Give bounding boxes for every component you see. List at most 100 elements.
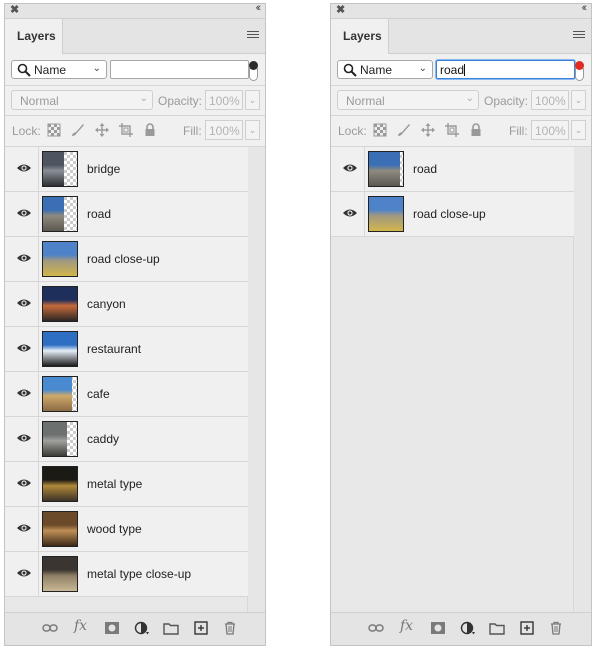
opacity-dropdown-button[interactable]: ⌄ — [571, 90, 586, 110]
divider — [38, 507, 39, 551]
eye-icon[interactable] — [16, 432, 32, 444]
divider — [364, 192, 365, 236]
divider — [364, 147, 365, 191]
layer-row[interactable]: road close-up — [5, 237, 248, 282]
lock-all-icon[interactable] — [469, 123, 483, 137]
trash-icon[interactable] — [222, 621, 238, 635]
opacity-dropdown-button[interactable]: ⌄ — [245, 90, 260, 110]
layer-name: metal type — [87, 477, 143, 491]
lock-artboard-icon[interactable] — [119, 123, 133, 137]
panel-menu-icon[interactable] — [247, 31, 259, 40]
lock-row: Lock: Fill: 100% ⌄ — [337, 120, 586, 141]
filter-type-select[interactable]: Name ⌄ — [11, 60, 107, 79]
lock-transparent-pixels-icon[interactable] — [47, 123, 61, 137]
folder-icon[interactable] — [163, 621, 179, 635]
new-layer-icon[interactable] — [519, 621, 535, 635]
search-icon — [343, 63, 357, 77]
filter-toggle-switch[interactable] — [575, 61, 585, 82]
layer-row[interactable]: wood type — [5, 507, 248, 552]
lock-label: Lock: — [12, 124, 41, 138]
blend-mode-select[interactable]: Normal ⌄ — [337, 90, 479, 110]
layer-row[interactable]: canyon — [5, 282, 248, 327]
layer-name: bridge — [87, 162, 121, 176]
layer-row[interactable]: metal type close-up — [5, 552, 248, 597]
filter-toggle-switch[interactable] — [249, 61, 259, 82]
lock-all-icon[interactable] — [143, 123, 157, 137]
blend-mode-select[interactable]: Normal ⌄ — [11, 90, 153, 110]
tab-layers[interactable]: Layers — [5, 19, 63, 54]
layer-row[interactable]: road — [331, 147, 574, 192]
opacity-input[interactable]: 100% — [531, 90, 569, 110]
layer-list-scrollbar[interactable] — [573, 147, 591, 613]
lock-position-icon[interactable] — [421, 123, 435, 137]
lock-row: Lock: Fill: 100% ⌄ — [11, 120, 260, 141]
link-icon[interactable] — [368, 621, 384, 635]
divider — [38, 192, 39, 236]
eye-icon[interactable] — [16, 162, 32, 174]
eye-icon[interactable] — [16, 342, 32, 354]
lock-artboard-icon[interactable] — [445, 123, 459, 137]
filter-indicator-dot — [249, 61, 258, 70]
lock-image-pixels-icon[interactable] — [71, 123, 85, 137]
layer-thumbnail — [42, 466, 78, 502]
chevron-down-icon: ⌄ — [92, 63, 101, 74]
eye-icon[interactable] — [16, 297, 32, 309]
fill-input[interactable]: 100% — [531, 120, 569, 140]
layer-name: road close-up — [87, 252, 160, 266]
eye-icon[interactable] — [16, 252, 32, 264]
layer-thumbnail — [42, 151, 78, 187]
fx-icon[interactable]: fx — [400, 618, 413, 634]
eye-icon[interactable] — [342, 207, 358, 219]
mask-icon[interactable] — [430, 621, 446, 635]
layer-row[interactable]: restaurant — [5, 327, 248, 372]
filter-type-select[interactable]: Name ⌄ — [337, 60, 433, 79]
adjustment-layer-icon[interactable] — [460, 621, 476, 635]
lock-transparent-pixels-icon[interactable] — [373, 123, 387, 137]
fill-input[interactable]: 100% — [205, 120, 243, 140]
collapse-double-chevron-icon[interactable]: ‹‹ — [256, 4, 262, 14]
layer-row[interactable]: metal type — [5, 462, 248, 507]
divider — [38, 237, 39, 281]
folder-icon[interactable] — [489, 621, 505, 635]
filter-type-label: Name — [360, 63, 393, 77]
opacity-input[interactable]: 100% — [205, 90, 243, 110]
close-icon[interactable]: ✖ — [336, 4, 345, 16]
filter-indicator-dot — [575, 61, 584, 70]
layer-search-input[interactable] — [110, 60, 249, 79]
panel-menu-icon[interactable] — [573, 31, 585, 40]
eye-icon[interactable] — [16, 567, 32, 579]
panel-bottom-toolbar: fx — [5, 612, 265, 645]
eye-icon[interactable] — [16, 207, 32, 219]
panel-tab-bar: Layers — [5, 19, 265, 54]
layer-thumbnail — [42, 421, 78, 457]
lock-image-pixels-icon[interactable] — [397, 123, 411, 137]
new-layer-icon[interactable] — [193, 621, 209, 635]
layer-row[interactable]: caddy — [5, 417, 248, 462]
layer-search-input[interactable]: road — [436, 60, 575, 79]
fill-dropdown-button[interactable]: ⌄ — [245, 120, 260, 140]
layer-row[interactable]: bridge — [5, 147, 248, 192]
collapse-double-chevron-icon[interactable]: ‹‹ — [582, 4, 588, 14]
lock-position-icon[interactable] — [95, 123, 109, 137]
layer-list: road road close-up — [331, 147, 591, 613]
blend-row: Normal ⌄ Opacity: 100% ⌄ — [337, 90, 586, 111]
eye-icon[interactable] — [342, 162, 358, 174]
layer-name: canyon — [87, 297, 126, 311]
mask-icon[interactable] — [104, 621, 120, 635]
layer-row[interactable]: road — [5, 192, 248, 237]
layer-row[interactable]: cafe — [5, 372, 248, 417]
blend-mode-value: Normal — [20, 94, 59, 108]
link-icon[interactable] — [42, 621, 58, 635]
layer-list-scrollbar[interactable] — [247, 147, 265, 613]
tab-layers[interactable]: Layers — [331, 19, 389, 54]
eye-icon[interactable] — [16, 387, 32, 399]
trash-icon[interactable] — [548, 621, 564, 635]
fx-icon[interactable]: fx — [74, 618, 87, 634]
fill-dropdown-button[interactable]: ⌄ — [571, 120, 586, 140]
close-icon[interactable]: ✖ — [10, 4, 19, 16]
layer-row[interactable]: road close-up — [331, 192, 574, 237]
eye-icon[interactable] — [16, 522, 32, 534]
adjustment-layer-icon[interactable] — [134, 621, 150, 635]
eye-icon[interactable] — [16, 477, 32, 489]
divider — [38, 327, 39, 371]
